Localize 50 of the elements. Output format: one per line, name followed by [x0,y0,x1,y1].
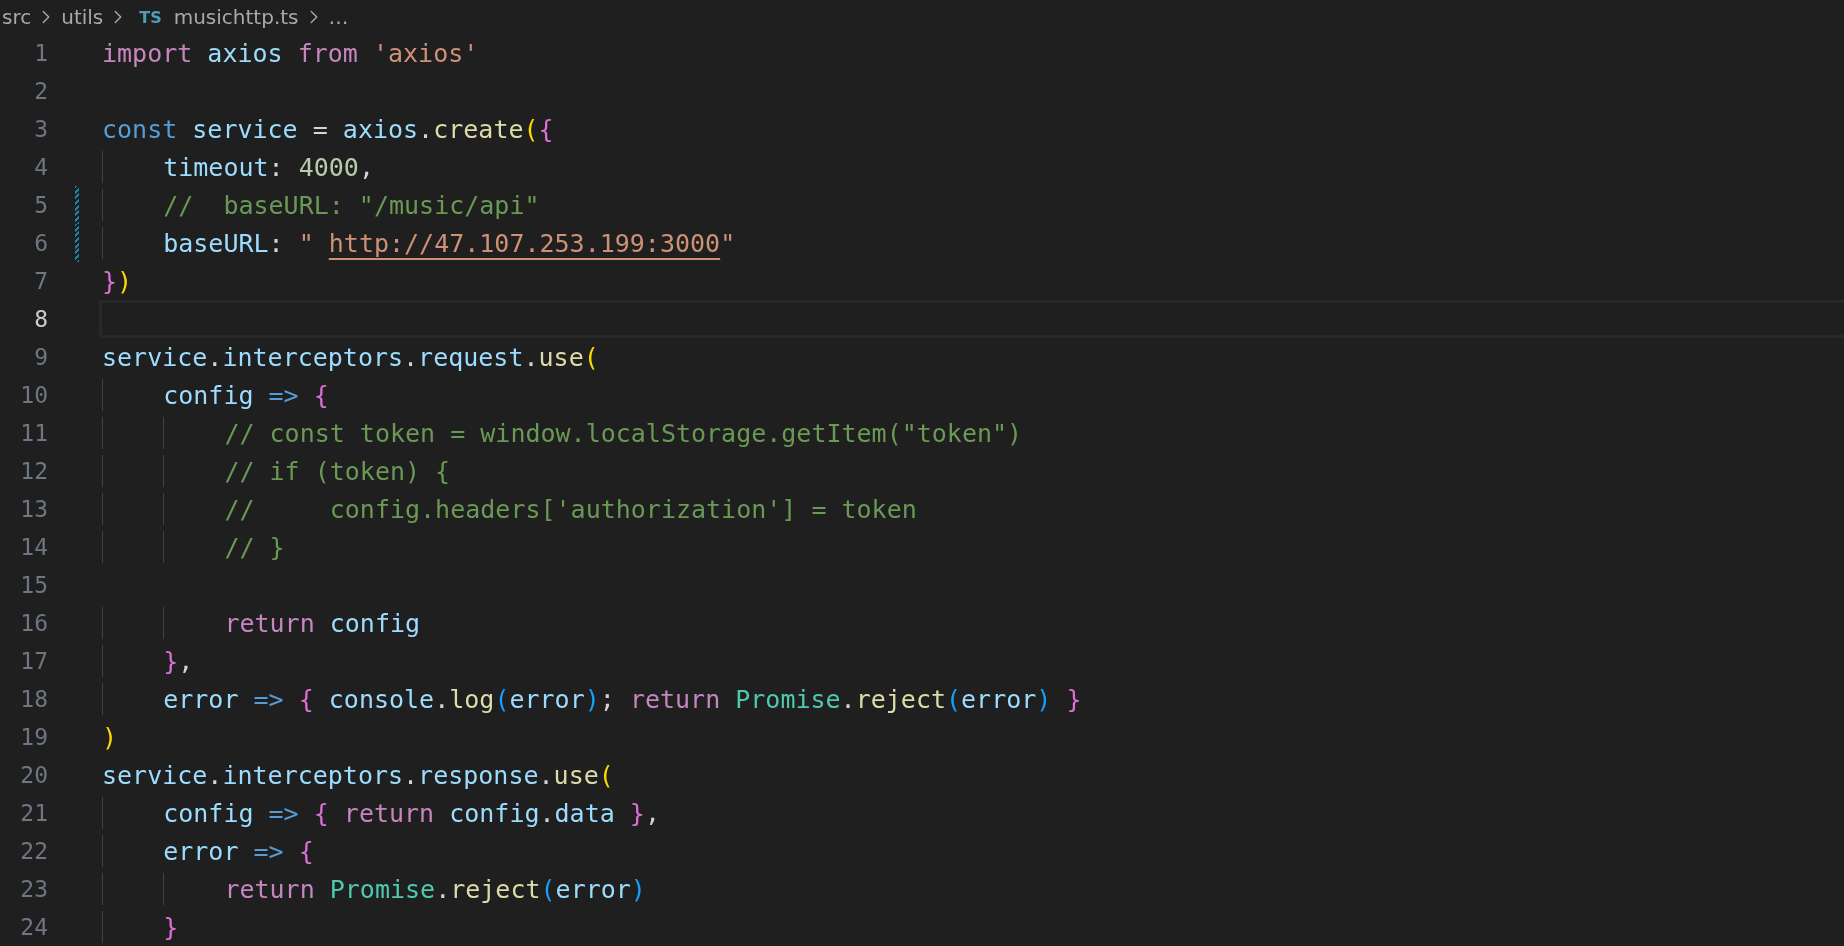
code-line: service.interceptors.response.use( [101,759,615,792]
line-number: 1 [33,39,48,68]
line-number: 20 [19,761,48,790]
code-line: // const token = window.localStorage.getItem("token") [99,414,1844,452]
code-line: // baseURL: "/music/api" [99,186,1844,224]
line-number: 23 [19,875,48,904]
code-line: config => { return config.data }, [99,794,1844,832]
line-number: 8 [33,305,48,334]
typescript-file-icon: TS [139,7,162,27]
code-line: error => { console.log(error); return Promise.reject(error) } [99,680,1844,718]
code-line: // if (token) { [99,452,1844,490]
line-number: 6 [33,229,48,258]
code-line: baseURL: " http://47.107.253.199:3000" [99,224,1844,262]
line-number: 4 [33,153,48,182]
code-line: // } [99,528,1844,566]
code-line: ) [101,721,119,754]
code-line: return config [99,604,1844,642]
code-line: const service = axios.create({ [101,113,555,146]
code-line: }, [99,642,1844,680]
code-line: // config.headers['authorization'] = token [99,490,1844,528]
line-number: 10 [19,381,48,410]
line-number: 24 [19,913,48,942]
line-number: 5 [33,191,48,220]
line-number: 9 [33,343,48,372]
line-number: 2 [33,77,48,106]
code-line: timeout: 4000, [99,148,1844,186]
line-number: 15 [19,571,48,600]
line-number: 11 [19,419,48,448]
line-number: 14 [19,533,48,562]
code-line: }) [101,265,134,298]
code-line: config => { [99,376,1844,414]
breadcrumb-item[interactable]: … [328,5,349,29]
line-number: 21 [19,799,48,828]
code-line: error => { [99,832,1844,870]
line-number: 12 [19,457,48,486]
line-number: 17 [19,647,48,676]
line-number: 13 [19,495,48,524]
code-line: import axios from 'axios' [101,37,480,70]
code-line: } [99,908,1844,946]
line-number: 22 [19,837,48,866]
breadcrumb-item[interactable]: utils [61,5,104,29]
line-number: 3 [33,115,48,144]
code-line: return Promise.reject(error) [99,870,1844,908]
line-number: 16 [19,609,48,638]
breadcrumb-item[interactable]: src [2,5,32,29]
line-number: 7 [33,267,48,296]
line-number: 18 [19,685,48,714]
code-line: service.interceptors.request.use( [101,341,600,374]
breadcrumb-item[interactable]: musichttp.ts [173,5,299,29]
line-number: 19 [19,723,48,752]
